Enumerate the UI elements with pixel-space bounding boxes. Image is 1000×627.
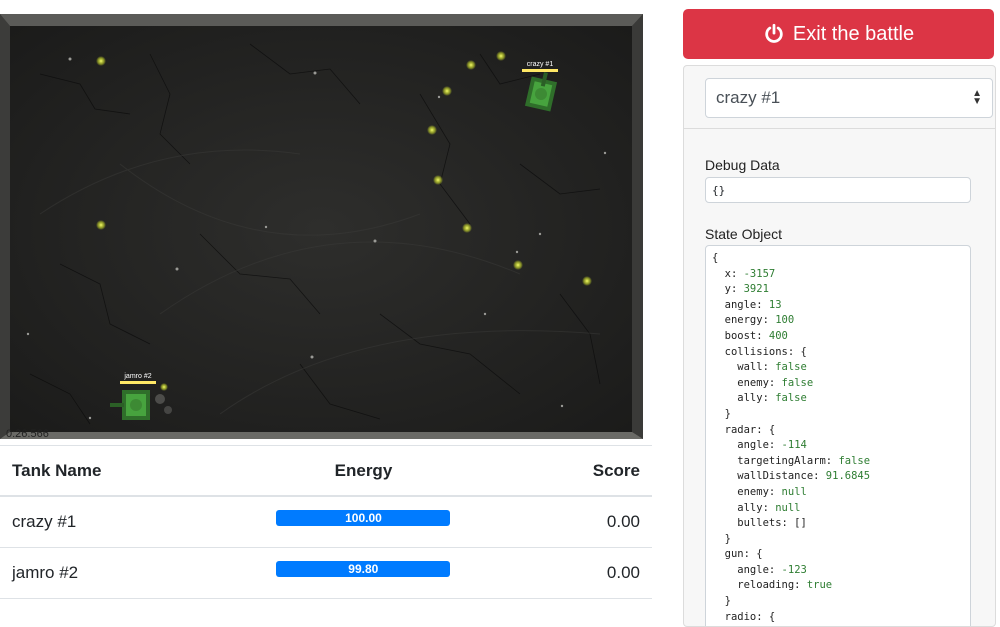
state-key: wall: — [712, 361, 776, 374]
state-key: } — [712, 407, 731, 420]
score-cell: 0.00 — [525, 496, 652, 548]
state-line: bullets: [] — [712, 516, 964, 532]
state-value: 400 — [768, 329, 788, 342]
battlefield: crazy #1 jamro #2 — [0, 14, 643, 439]
battle-clock: 0:26.566 — [6, 428, 49, 440]
state-key: enemy: — [712, 376, 782, 389]
state-value: 91.6845 — [825, 470, 871, 483]
score-table: Tank Name Energy Score crazy #1 100.00 0… — [0, 445, 652, 599]
score-cell: 0.00 — [525, 547, 652, 599]
state-line: y: 3921 — [712, 282, 964, 298]
energy-bar: 100.00 — [276, 510, 451, 526]
debug-data-label: Debug Data — [705, 157, 780, 173]
state-value: null — [781, 485, 807, 498]
state-value: -123 — [781, 563, 807, 576]
state-line: ally: null — [712, 501, 964, 517]
select-arrows-icon: ▲ ▼ — [972, 88, 982, 107]
state-line: enemy: null — [712, 485, 964, 501]
state-line: wall: false — [712, 360, 964, 376]
panel-divider — [684, 128, 995, 129]
state-value: 3921 — [743, 283, 769, 296]
state-line: radar: { — [712, 423, 964, 439]
energy-bar: 99.80 — [276, 561, 451, 577]
state-line: } — [712, 532, 964, 548]
state-line: } — [712, 407, 964, 423]
state-object-label: State Object — [705, 226, 783, 242]
state-line: boost: 400 — [712, 329, 964, 345]
state-line: angle: 13 — [712, 298, 964, 314]
debug-panel: crazy #1 ▲ ▼ Debug Data {} State Object {… — [683, 65, 996, 627]
state-line: gun: { — [712, 547, 964, 563]
table-row: jamro #2 99.80 0.00 — [0, 547, 652, 599]
tank-name-cell: jamro #2 — [0, 547, 202, 599]
state-line: { — [712, 251, 964, 267]
state-key: } — [712, 532, 731, 545]
state-key: targetingAlarm: — [712, 454, 839, 467]
col-score: Score — [525, 445, 652, 497]
state-key: radio: { — [712, 610, 776, 623]
tank-jamro-energy-bar — [120, 381, 156, 384]
state-key: ally: — [712, 392, 776, 405]
table-header-row: Tank Name Energy Score — [0, 445, 652, 497]
exit-battle-label: Exit the battle — [792, 22, 915, 45]
state-key: reloading: — [712, 579, 807, 592]
state-key: collisions: { — [712, 345, 807, 358]
state-line: enemy: false — [712, 376, 964, 392]
state-key: angle: — [712, 439, 782, 452]
state-key: energy: — [712, 314, 776, 327]
table-row: crazy #1 100.00 0.00 — [0, 496, 652, 548]
state-key: gun: { — [712, 548, 763, 561]
state-key: x: — [712, 267, 744, 280]
tank-select-value: crazy #1 — [716, 88, 781, 107]
state-value: false — [775, 392, 807, 405]
state-value: -3157 — [743, 267, 776, 280]
state-line: } — [712, 594, 964, 610]
exit-battle-button[interactable]: Exit the battle — [683, 9, 994, 59]
tank-name-cell: crazy #1 — [0, 496, 202, 548]
state-line: targetingAlarm: false — [712, 454, 964, 470]
tank-crazy-label: crazy #1 — [527, 61, 554, 68]
state-line: radio: { — [712, 610, 964, 626]
state-line: reloading: true — [712, 578, 964, 594]
state-line: wallDistance: 91.6845 — [712, 469, 964, 485]
state-line: energy: 100 — [712, 313, 964, 329]
state-value: -114 — [781, 439, 807, 452]
state-key: angle: — [712, 563, 782, 576]
state-key: boost: — [712, 329, 769, 342]
state-key: wallDistance: — [712, 470, 826, 483]
state-line: angle: -114 — [712, 438, 964, 454]
state-line: x: -3157 — [712, 267, 964, 283]
state-key: } — [712, 595, 731, 608]
energy-bar-track: 99.80 — [276, 561, 451, 577]
debug-data-field[interactable]: {} — [705, 177, 971, 203]
state-line: collisions: { — [712, 345, 964, 361]
state-key: ally: — [712, 501, 776, 514]
state-line: ally: false — [712, 391, 964, 407]
state-key: angle: — [712, 298, 769, 311]
state-value: 13 — [768, 298, 782, 311]
state-object-viewer[interactable]: { x: -3157 y: 3921 angle: 13 energy: 100… — [705, 245, 971, 626]
state-value: null — [775, 501, 801, 514]
state-value: 100 — [775, 314, 795, 327]
tank-select[interactable]: crazy #1 ▲ ▼ — [705, 78, 993, 118]
tank-jamro-label: jamro #2 — [123, 373, 151, 380]
state-line: angle: -123 — [712, 563, 964, 579]
state-key: bullets: [] — [712, 517, 807, 530]
state-value: false — [838, 454, 871, 467]
col-energy: Energy — [201, 445, 526, 497]
state-value: false — [775, 361, 807, 374]
tank-crazy-energy-bar — [522, 69, 558, 72]
state-key: enemy: — [712, 485, 782, 498]
state-value: false — [781, 376, 814, 389]
state-key: y: — [712, 283, 744, 296]
state-value: true — [806, 579, 833, 592]
col-tank-name: Tank Name — [0, 445, 202, 497]
power-icon — [765, 23, 783, 43]
energy-bar-track: 100.00 — [276, 510, 451, 526]
state-key: { — [712, 252, 719, 264]
state-key: radar: { — [712, 423, 776, 436]
